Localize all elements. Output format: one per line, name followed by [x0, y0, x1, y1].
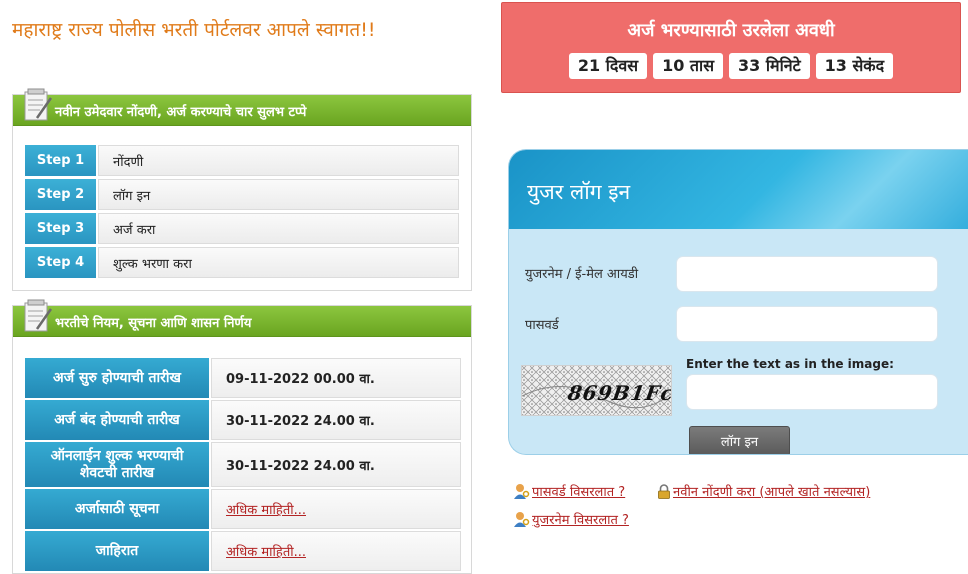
step-text: शुल्क भरणा करा — [98, 247, 459, 278]
username-label: युजरनेम / ई-मेल आयडी — [525, 267, 639, 282]
info-value: 30-11-2022 24.00 वा. — [211, 400, 461, 440]
login-title: युजर लॉग इन — [527, 180, 631, 204]
info-label: अर्ज बंद होण्याची तारीख — [25, 400, 209, 440]
step-row: Step 1 नोंदणी — [25, 145, 459, 176]
user-key-icon — [514, 511, 530, 527]
info-value: अधिक माहिती... — [211, 531, 461, 571]
page-title: महाराष्ट्र राज्य पोलीस भरती पोर्टलवर आपल… — [12, 19, 376, 41]
login-form: युजर लॉग इन युजरनेम / ई-मेल आयडी पासवर्ड… — [508, 149, 968, 455]
user-key-icon — [514, 483, 530, 499]
step-row: Step 2 लॉग इन — [25, 179, 459, 210]
forgot-username-link[interactable]: युजरनेम विसरलात ? — [513, 510, 629, 528]
countdown-seconds: 13 सेकंद — [815, 53, 894, 79]
step-label: Step 3 — [25, 213, 96, 244]
step-label: Step 4 — [25, 247, 96, 278]
step-text: लॉग इन — [98, 179, 459, 210]
info-row: अर्ज बंद होण्याची तारीख 30-11-2022 24.00… — [25, 400, 461, 440]
info-label: ऑनलाईन शुल्क भरण्याची शेवटची तारीख — [25, 442, 209, 487]
countdown-title: अर्ज भरण्यासाठी उरलेला अवधी — [627, 20, 835, 41]
captcha-image: 869B1Fc — [521, 365, 672, 416]
login-header: युजर लॉग इन — [509, 150, 968, 229]
countdown-timer: 21 दिवस 10 तास 33 मिनिटे 13 सेकंद — [502, 53, 960, 79]
registration-steps-panel: नवीन उमेदवार नोंदणी, अर्ज करण्याचे चार स… — [12, 88, 472, 291]
step-row: Step 4 शुल्क भरणा करा — [25, 247, 459, 278]
lock-icon — [658, 483, 670, 499]
recruitment-rules-panel: भरतीचे नियम, सूचना आणि शासन निर्णय अर्ज … — [12, 299, 472, 574]
new-registration-text: नवीन नोंदणी करा (आपले खाते नसल्यास) — [673, 485, 871, 500]
info-row: ऑनलाईन शुल्क भरण्याची शेवटची तारीख 30-11… — [25, 442, 461, 487]
info-value: 30-11-2022 24.00 वा. — [211, 442, 461, 487]
info-label: जाहिरात — [25, 531, 209, 571]
forgot-password-text: पासवर्ड विसरलात ? — [532, 485, 626, 500]
login-button[interactable]: लॉग इन — [689, 426, 790, 454]
advertisement-link[interactable]: अधिक माहिती... — [226, 542, 306, 560]
captcha-text: 869B1Fc — [566, 381, 672, 405]
info-value: अधिक माहिती... — [211, 489, 461, 529]
panel-header: नवीन उमेदवार नोंदणी, अर्ज करण्याचे चार स… — [13, 88, 471, 126]
info-row: अर्ज सुरु होण्याची तारीख 09-11-2022 00.0… — [25, 358, 461, 398]
info-row: अर्जासाठी सूचना अधिक माहिती... — [25, 489, 461, 529]
notepad-icon — [24, 88, 53, 121]
new-registration-link[interactable]: नवीन नोंदणी करा (आपले खाते नसल्यास) — [657, 482, 870, 500]
password-input[interactable] — [676, 306, 938, 342]
countdown-minutes: 33 मिनिटे — [729, 53, 810, 79]
countdown-hours: 10 तास — [653, 53, 724, 79]
panel-title: भरतीचे नियम, सूचना आणि शासन निर्णय — [55, 316, 252, 331]
info-value: 09-11-2022 00.00 वा. — [211, 358, 461, 398]
step-label: Step 1 — [25, 145, 96, 176]
panel-header: भरतीचे नियम, सूचना आणि शासन निर्णय — [13, 299, 471, 337]
countdown-banner: अर्ज भरण्यासाठी उरलेला अवधी 21 दिवस 10 त… — [501, 2, 961, 93]
username-input[interactable] — [676, 256, 938, 292]
forgot-password-link[interactable]: पासवर्ड विसरलात ? — [513, 482, 625, 500]
panel-title: नवीन उमेदवार नोंदणी, अर्ज करण्याचे चार स… — [55, 105, 307, 120]
countdown-days: 21 दिवस — [568, 53, 648, 79]
info-label: अर्ज सुरु होण्याची तारीख — [25, 358, 209, 398]
step-text: अर्ज करा — [98, 213, 459, 244]
captcha-input[interactable] — [686, 374, 938, 410]
step-label: Step 2 — [25, 179, 96, 210]
step-text: नोंदणी — [98, 145, 459, 176]
info-row: जाहिरात अधिक माहिती... — [25, 531, 461, 571]
forgot-username-text: युजरनेम विसरलात ? — [532, 513, 629, 528]
application-notice-link[interactable]: अधिक माहिती... — [226, 500, 306, 518]
captcha-label: Enter the text as in the image: — [686, 357, 894, 371]
info-label: अर्जासाठी सूचना — [25, 489, 209, 529]
step-row: Step 3 अर्ज करा — [25, 213, 459, 244]
notepad-icon — [24, 299, 53, 332]
password-label: पासवर्ड — [525, 318, 559, 333]
